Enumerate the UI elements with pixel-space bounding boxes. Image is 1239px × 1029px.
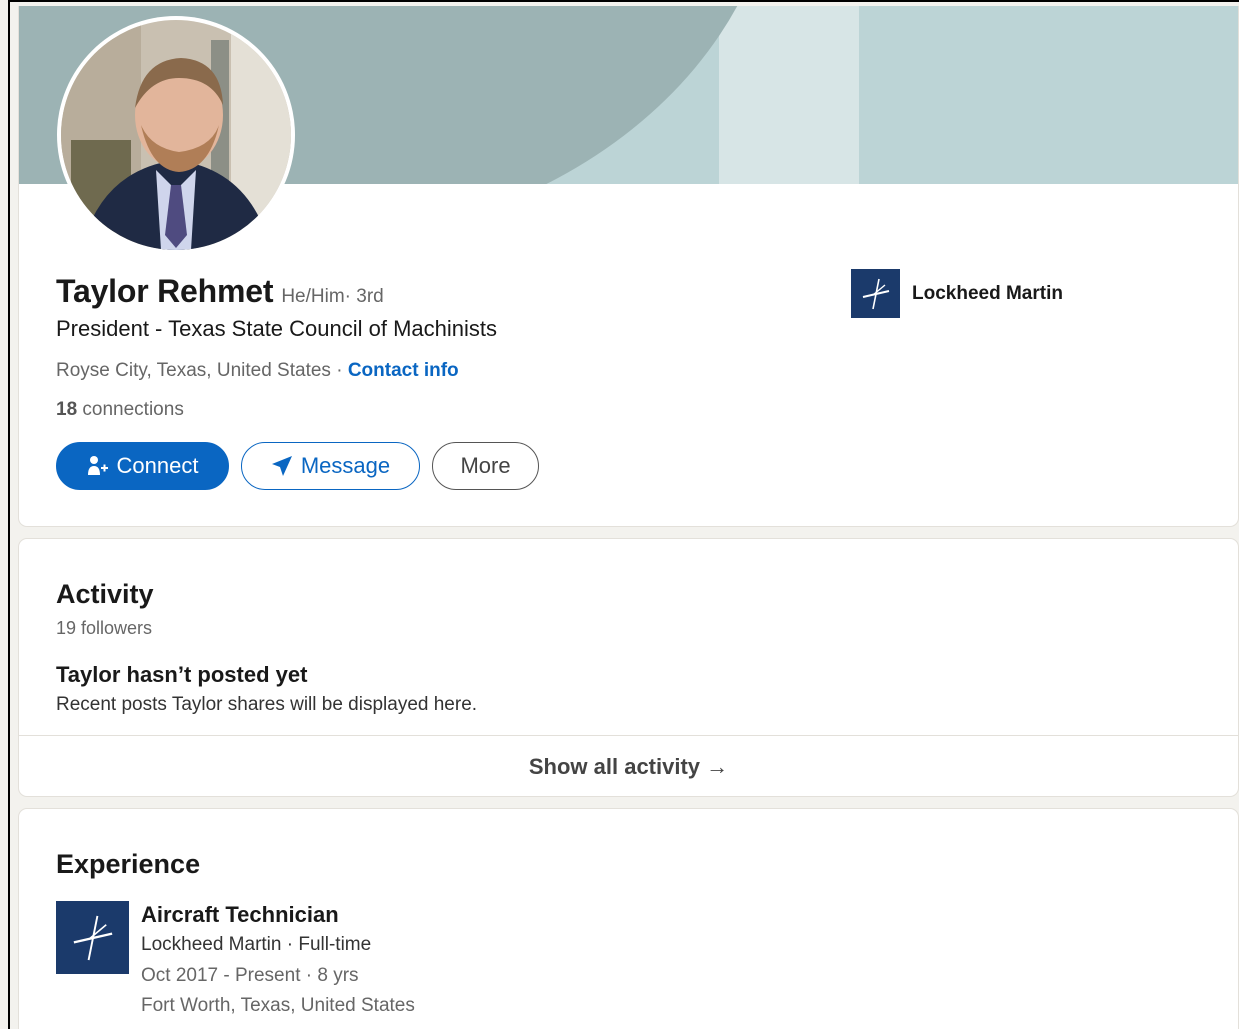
- activity-title: Activity: [56, 579, 154, 609]
- avatar[interactable]: [57, 16, 295, 254]
- company-name: Lockheed Martin: [912, 282, 1063, 304]
- contact-info-link[interactable]: Contact info: [348, 360, 459, 381]
- connect-label: Connect: [116, 453, 199, 478]
- connect-person-plus-icon: [87, 456, 108, 475]
- profile-name: Taylor Rehmet: [56, 273, 274, 309]
- name-line: Taylor Rehmet He/Him · 3rd: [56, 273, 384, 310]
- profile-photo: [61, 20, 291, 250]
- more-label: More: [460, 453, 511, 478]
- experience-job-title: Aircraft Technician: [141, 902, 339, 927]
- experience-item[interactable]: Aircraft Technician Lockheed Martin · Fu…: [56, 901, 415, 1021]
- experience-company: Lockheed Martin · Full-time: [141, 934, 372, 955]
- profile-actions: Connect Message More: [56, 442, 539, 490]
- connections-label: connections: [77, 399, 184, 420]
- message-label: Message: [300, 453, 391, 478]
- lockheed-star-logo: [851, 269, 900, 318]
- activity-card: Activity 19 followers Taylor hasn’t post…: [18, 538, 1239, 797]
- experience-title: Experience: [56, 849, 201, 879]
- connections-count[interactable]: 18 connections: [56, 399, 184, 421]
- more-button[interactable]: More: [432, 442, 539, 490]
- pronouns: He/Him: [281, 286, 345, 307]
- connections-number: 18: [56, 399, 78, 420]
- followers-count[interactable]: 19 followers: [56, 618, 152, 639]
- location: Royse City, Texas, United States: [56, 360, 331, 381]
- current-company[interactable]: Lockheed Martin: [851, 269, 1063, 318]
- location-line: Royse City, Texas, United States · Conta…: [56, 360, 459, 382]
- empty-activity-title: Taylor hasn’t posted yet: [56, 662, 308, 687]
- empty-activity-subtitle: Recent posts Taylor shares will be displ…: [56, 694, 478, 715]
- message-button[interactable]: Message: [241, 442, 420, 490]
- profile-headline: President - Texas State Council of Machi…: [56, 316, 498, 341]
- connect-button[interactable]: Connect: [56, 442, 229, 490]
- profile-card: Taylor Rehmet He/Him · 3rd President - T…: [18, 6, 1239, 527]
- connection-degree: · 3rd: [344, 286, 384, 307]
- location-separator: ·: [330, 360, 348, 381]
- experience-location: Fort Worth, Texas, United States: [141, 995, 415, 1016]
- experience-card: Experience Aircraft Technician Lockheed …: [18, 808, 1239, 1029]
- experience-dates: Oct 2017 - Present · 8 yrs: [141, 965, 359, 986]
- experience-details: Aircraft Technician Lockheed Martin · Fu…: [141, 901, 415, 1021]
- lockheed-star-logo: [56, 901, 129, 974]
- show-all-activity-button[interactable]: Show all activity →: [19, 736, 1238, 796]
- message-send-icon: [271, 456, 292, 476]
